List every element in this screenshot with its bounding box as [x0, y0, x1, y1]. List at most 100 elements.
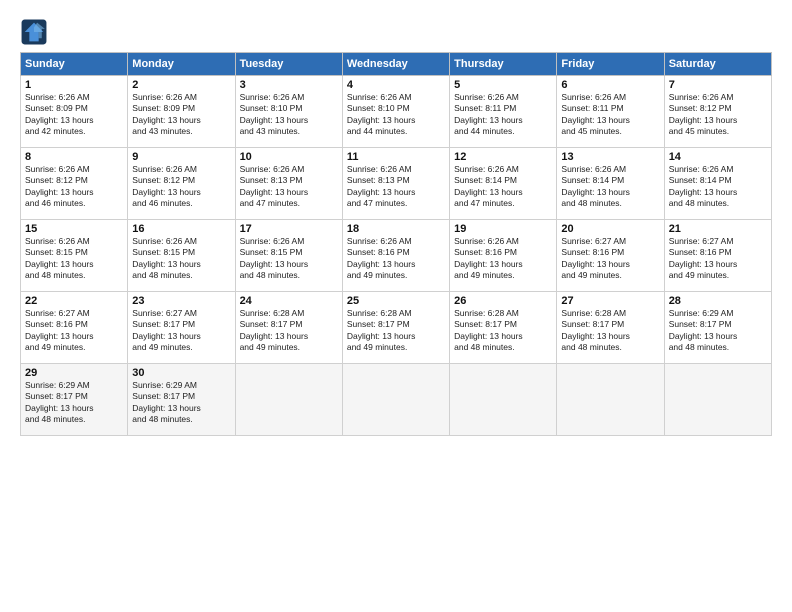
daylight-label: Daylight: 13 hours	[25, 259, 94, 269]
sunset-label: Sunset: 8:17 PM	[25, 391, 88, 401]
calendar-cell	[450, 364, 557, 436]
sunset-label: Sunset: 8:17 PM	[454, 319, 517, 329]
sunset-label: Sunset: 8:16 PM	[347, 247, 410, 257]
day-info: Sunrise: 6:26 AM Sunset: 8:09 PM Dayligh…	[25, 92, 123, 138]
sunset-label: Sunset: 8:15 PM	[25, 247, 88, 257]
daylight-minutes: and 46 minutes.	[25, 198, 85, 208]
sunrise-label: Sunrise: 6:28 AM	[454, 308, 519, 318]
daylight-minutes: and 48 minutes.	[132, 414, 192, 424]
sunrise-label: Sunrise: 6:26 AM	[454, 92, 519, 102]
sunset-label: Sunset: 8:15 PM	[132, 247, 195, 257]
calendar-cell: 17 Sunrise: 6:26 AM Sunset: 8:15 PM Dayl…	[235, 220, 342, 292]
calendar-week-3: 15 Sunrise: 6:26 AM Sunset: 8:15 PM Dayl…	[21, 220, 772, 292]
daylight-label: Daylight: 13 hours	[25, 115, 94, 125]
day-number: 9	[132, 151, 230, 163]
sunrise-label: Sunrise: 6:26 AM	[132, 164, 197, 174]
day-number: 26	[454, 295, 552, 307]
calendar-cell: 2 Sunrise: 6:26 AM Sunset: 8:09 PM Dayli…	[128, 76, 235, 148]
sunrise-label: Sunrise: 6:28 AM	[240, 308, 305, 318]
day-number: 19	[454, 223, 552, 235]
daylight-minutes: and 47 minutes.	[347, 198, 407, 208]
sunset-label: Sunset: 8:16 PM	[25, 319, 88, 329]
sunset-label: Sunset: 8:15 PM	[240, 247, 303, 257]
day-number: 21	[669, 223, 767, 235]
daylight-minutes: and 43 minutes.	[132, 126, 192, 136]
calendar-cell: 21 Sunrise: 6:27 AM Sunset: 8:16 PM Dayl…	[664, 220, 771, 292]
daylight-label: Daylight: 13 hours	[25, 331, 94, 341]
daylight-label: Daylight: 13 hours	[669, 187, 738, 197]
day-number: 28	[669, 295, 767, 307]
day-number: 4	[347, 79, 445, 91]
daylight-label: Daylight: 13 hours	[240, 115, 309, 125]
day-info: Sunrise: 6:26 AM Sunset: 8:15 PM Dayligh…	[240, 236, 338, 282]
weekday-header-sunday: Sunday	[21, 53, 128, 76]
sunrise-label: Sunrise: 6:26 AM	[347, 164, 412, 174]
day-info: Sunrise: 6:28 AM Sunset: 8:17 PM Dayligh…	[454, 308, 552, 354]
daylight-label: Daylight: 13 hours	[454, 115, 523, 125]
day-info: Sunrise: 6:26 AM Sunset: 8:15 PM Dayligh…	[25, 236, 123, 282]
sunset-label: Sunset: 8:11 PM	[561, 103, 623, 113]
daylight-minutes: and 44 minutes.	[454, 126, 514, 136]
calendar-cell: 29 Sunrise: 6:29 AM Sunset: 8:17 PM Dayl…	[21, 364, 128, 436]
day-number: 24	[240, 295, 338, 307]
day-number: 23	[132, 295, 230, 307]
calendar-table: SundayMondayTuesdayWednesdayThursdayFrid…	[20, 52, 772, 436]
sunrise-label: Sunrise: 6:27 AM	[25, 308, 90, 318]
day-info: Sunrise: 6:27 AM Sunset: 8:16 PM Dayligh…	[561, 236, 659, 282]
sunset-label: Sunset: 8:16 PM	[669, 247, 732, 257]
day-info: Sunrise: 6:26 AM Sunset: 8:14 PM Dayligh…	[669, 164, 767, 210]
daylight-minutes: and 49 minutes.	[669, 270, 729, 280]
calendar-cell	[235, 364, 342, 436]
day-info: Sunrise: 6:29 AM Sunset: 8:17 PM Dayligh…	[669, 308, 767, 354]
sunset-label: Sunset: 8:17 PM	[561, 319, 624, 329]
sunrise-label: Sunrise: 6:26 AM	[240, 164, 305, 174]
calendar-cell	[342, 364, 449, 436]
sunrise-label: Sunrise: 6:26 AM	[25, 92, 90, 102]
day-number: 22	[25, 295, 123, 307]
daylight-minutes: and 48 minutes.	[669, 342, 729, 352]
sunrise-label: Sunrise: 6:26 AM	[561, 92, 626, 102]
calendar-cell: 8 Sunrise: 6:26 AM Sunset: 8:12 PM Dayli…	[21, 148, 128, 220]
calendar-cell: 18 Sunrise: 6:26 AM Sunset: 8:16 PM Dayl…	[342, 220, 449, 292]
header-row: SundayMondayTuesdayWednesdayThursdayFrid…	[21, 53, 772, 76]
sunrise-label: Sunrise: 6:26 AM	[240, 236, 305, 246]
daylight-label: Daylight: 13 hours	[25, 403, 94, 413]
daylight-label: Daylight: 13 hours	[561, 259, 630, 269]
calendar-cell: 3 Sunrise: 6:26 AM Sunset: 8:10 PM Dayli…	[235, 76, 342, 148]
calendar-cell: 7 Sunrise: 6:26 AM Sunset: 8:12 PM Dayli…	[664, 76, 771, 148]
calendar-cell: 22 Sunrise: 6:27 AM Sunset: 8:16 PM Dayl…	[21, 292, 128, 364]
day-number: 7	[669, 79, 767, 91]
calendar-cell: 1 Sunrise: 6:26 AM Sunset: 8:09 PM Dayli…	[21, 76, 128, 148]
sunset-label: Sunset: 8:12 PM	[669, 103, 732, 113]
sunset-label: Sunset: 8:09 PM	[132, 103, 195, 113]
daylight-label: Daylight: 13 hours	[669, 115, 738, 125]
day-number: 16	[132, 223, 230, 235]
calendar-cell: 12 Sunrise: 6:26 AM Sunset: 8:14 PM Dayl…	[450, 148, 557, 220]
day-number: 18	[347, 223, 445, 235]
day-number: 12	[454, 151, 552, 163]
daylight-minutes: and 49 minutes.	[347, 270, 407, 280]
day-info: Sunrise: 6:28 AM Sunset: 8:17 PM Dayligh…	[561, 308, 659, 354]
sunrise-label: Sunrise: 6:27 AM	[561, 236, 626, 246]
daylight-minutes: and 48 minutes.	[669, 198, 729, 208]
sunrise-label: Sunrise: 6:26 AM	[454, 236, 519, 246]
day-info: Sunrise: 6:26 AM Sunset: 8:14 PM Dayligh…	[561, 164, 659, 210]
daylight-minutes: and 46 minutes.	[132, 198, 192, 208]
daylight-minutes: and 48 minutes.	[561, 198, 621, 208]
sunset-label: Sunset: 8:12 PM	[25, 175, 88, 185]
sunrise-label: Sunrise: 6:29 AM	[669, 308, 734, 318]
weekday-header-thursday: Thursday	[450, 53, 557, 76]
sunset-label: Sunset: 8:12 PM	[132, 175, 195, 185]
day-number: 2	[132, 79, 230, 91]
sunset-label: Sunset: 8:14 PM	[669, 175, 732, 185]
daylight-label: Daylight: 13 hours	[240, 187, 309, 197]
day-info: Sunrise: 6:27 AM Sunset: 8:16 PM Dayligh…	[25, 308, 123, 354]
calendar-cell: 5 Sunrise: 6:26 AM Sunset: 8:11 PM Dayli…	[450, 76, 557, 148]
calendar-cell: 27 Sunrise: 6:28 AM Sunset: 8:17 PM Dayl…	[557, 292, 664, 364]
sunrise-label: Sunrise: 6:29 AM	[25, 380, 90, 390]
daylight-minutes: and 47 minutes.	[454, 198, 514, 208]
weekday-header-saturday: Saturday	[664, 53, 771, 76]
calendar-cell: 15 Sunrise: 6:26 AM Sunset: 8:15 PM Dayl…	[21, 220, 128, 292]
daylight-label: Daylight: 13 hours	[132, 187, 201, 197]
sunset-label: Sunset: 8:13 PM	[347, 175, 410, 185]
